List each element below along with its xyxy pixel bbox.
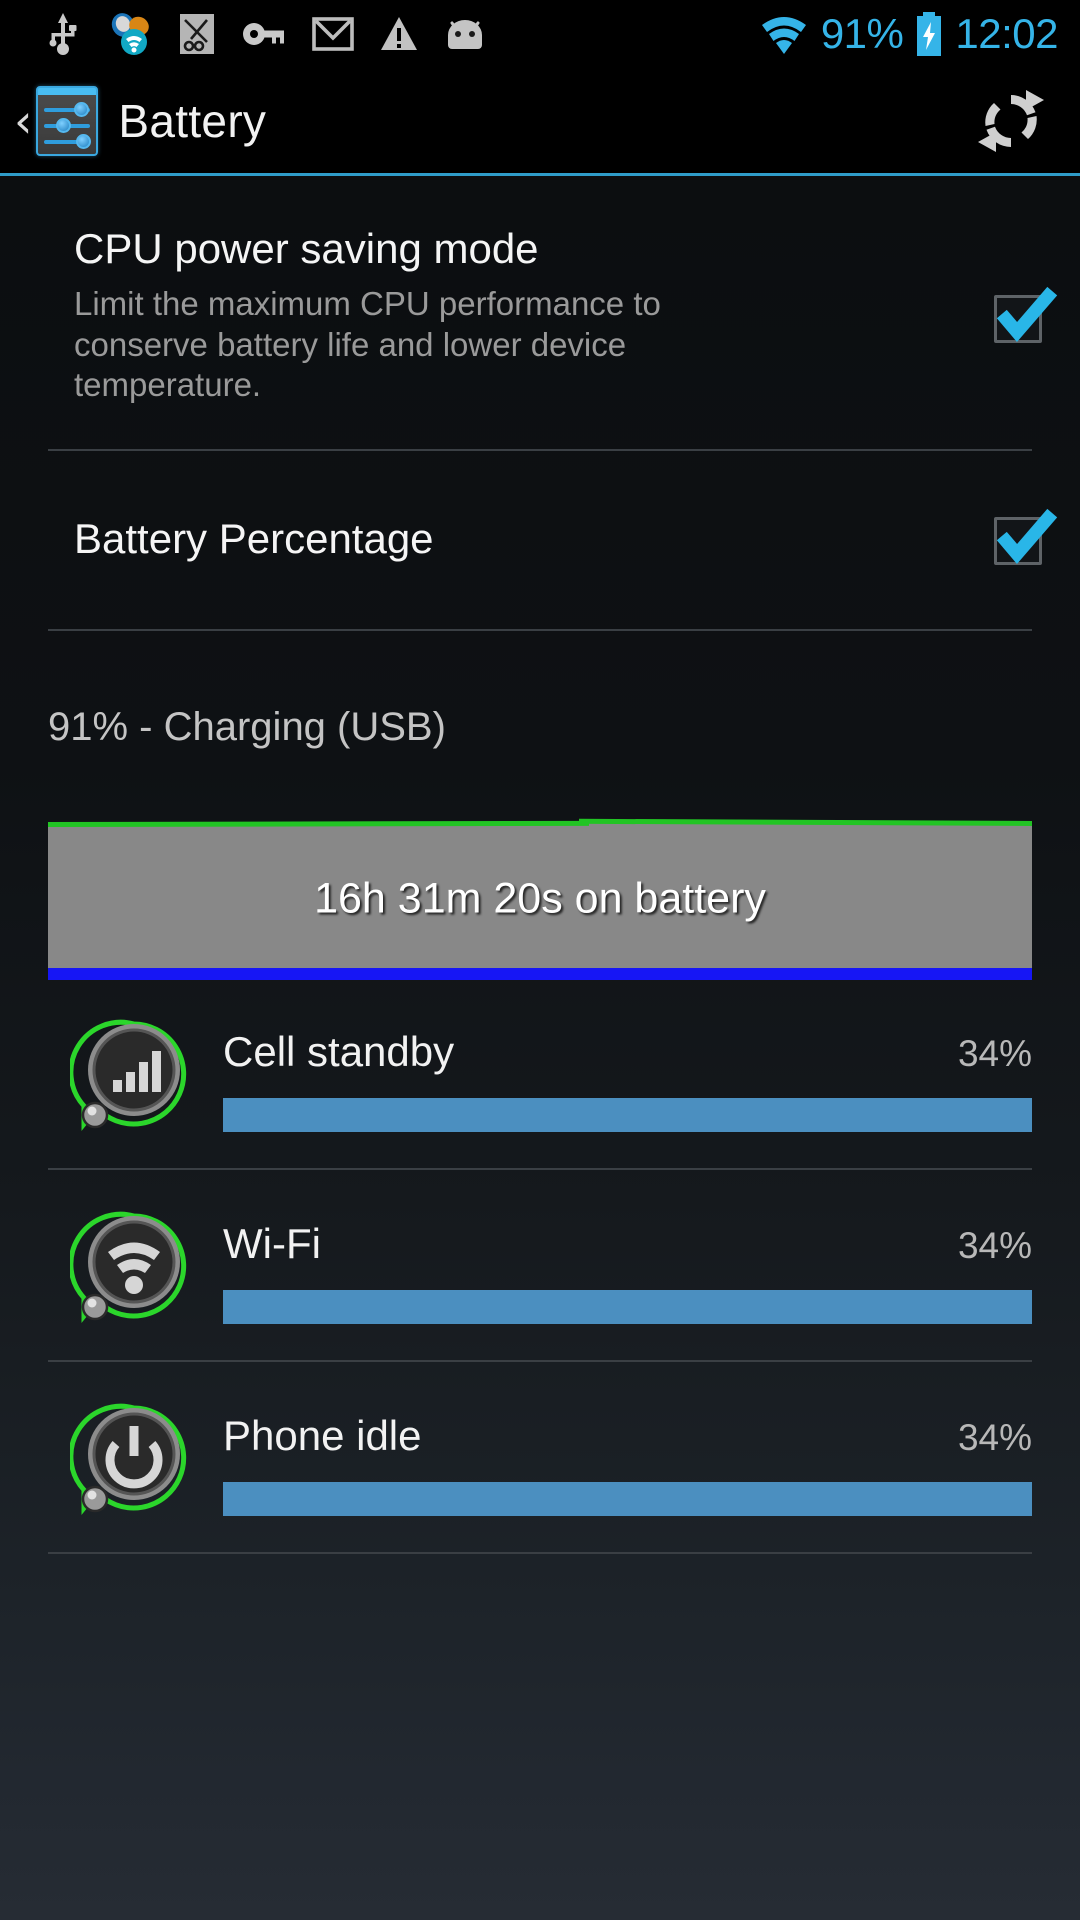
- signal-bars-icon: [70, 1019, 187, 1132]
- wifi-icon: [761, 17, 806, 54]
- usage-item-phone-idle[interactable]: Phone idle 34%: [0, 1362, 1080, 1552]
- usage-head: Wi-Fi 34%: [223, 1220, 1032, 1268]
- usage-bar-track: [223, 1098, 1032, 1133]
- battery-status-text: 91% - Charging (USB): [48, 705, 446, 750]
- battery-chart-block[interactable]: 16h 31m 20s on battery: [0, 747, 1080, 981]
- status-bar: 91% 12:02: [0, 0, 1080, 68]
- battery-status-block: 91% - Charging (USB): [0, 631, 1080, 747]
- warning-icon: [381, 17, 417, 50]
- pref-cpu-power-saving-mode[interactable]: CPU power saving mode Limit the maximum …: [0, 179, 1080, 449]
- pref-summary: Limit the maximum CPU performance to con…: [74, 285, 661, 403]
- usage-bar-track: [223, 1482, 1032, 1517]
- cpu-power-saving-checkbox[interactable]: [992, 286, 1058, 345]
- checkmark-icon: [996, 286, 1058, 343]
- usage-body: Phone idle 34%: [198, 1390, 1032, 1517]
- pref-battery-percentage[interactable]: Battery Percentage: [0, 451, 1080, 629]
- screenshot-icon: [180, 14, 214, 54]
- divider: [48, 1552, 1032, 1555]
- checkmark-icon: [996, 508, 1058, 565]
- pref-title: CPU power saving mode: [74, 225, 539, 272]
- pref-title: Battery Percentage: [74, 514, 434, 562]
- clock-text: 12:02: [955, 10, 1058, 57]
- battery-percent-text: 91%: [820, 10, 904, 57]
- chart-duration-label: 16h 31m 20s on battery: [314, 874, 766, 923]
- back-chevron-icon[interactable]: ‹: [0, 98, 36, 144]
- power-icon: [70, 1403, 187, 1516]
- status-bar-notification-icons: [0, 11, 758, 57]
- usage-label: Wi-Fi: [223, 1220, 321, 1268]
- usage-bar-fill: [223, 1482, 1032, 1517]
- usage-bar-fill: [223, 1098, 1032, 1133]
- settings-sliders-icon[interactable]: [36, 85, 99, 156]
- android-icon: [448, 20, 482, 49]
- usage-label: Cell standby: [223, 1028, 455, 1076]
- page-title: Battery: [118, 94, 267, 147]
- settings-content: CPU power saving mode Limit the maximum …: [0, 179, 1080, 1920]
- gmail-icon: [312, 17, 354, 51]
- usage-bar-fill: [223, 1290, 1032, 1325]
- pref-text-block: Battery Percentage: [74, 515, 992, 563]
- usage-item-wifi[interactable]: Wi-Fi 34%: [0, 1170, 1080, 1360]
- status-bar-system-icons: 91% 12:02: [758, 11, 1080, 57]
- battery-charging-icon: [917, 12, 942, 56]
- refresh-icon: [978, 89, 1044, 152]
- usage-head: Phone idle 34%: [223, 1412, 1032, 1460]
- usage-percent: 34%: [957, 1225, 1032, 1267]
- usage-body: Cell standby 34%: [198, 1006, 1032, 1133]
- battery-percentage-checkbox[interactable]: [992, 508, 1058, 567]
- usage-percent: 34%: [957, 1417, 1032, 1459]
- battery-usage-list: Cell standby 34% Wi-Fi 34% Phone idle 34…: [0, 980, 1080, 1555]
- usage-item-cell-standby[interactable]: Cell standby 34%: [0, 1006, 1080, 1168]
- action-bar: ‹ Battery: [0, 68, 1080, 176]
- usage-bar-track: [223, 1290, 1032, 1325]
- usb-icon: [49, 13, 77, 55]
- usage-head: Cell standby 34%: [223, 1028, 1032, 1076]
- usage-percent: 34%: [957, 1033, 1032, 1075]
- chart-charging-line: [48, 968, 1032, 981]
- usage-body: Wi-Fi 34%: [198, 1198, 1032, 1325]
- pref-text-block: CPU power saving mode Limit the maximum …: [74, 225, 992, 405]
- refresh-button[interactable]: [974, 84, 1080, 158]
- wifi-icon: [70, 1211, 187, 1324]
- usage-label: Phone idle: [223, 1412, 422, 1460]
- battery-history-chart[interactable]: 16h 31m 20s on battery: [48, 817, 1032, 981]
- battery-settings-screen: 91% 12:02 ‹ Battery CPU power saving mod…: [0, 0, 1080, 1920]
- vpn-key-icon: [243, 23, 284, 45]
- sync-apps-icon: [111, 13, 149, 55]
